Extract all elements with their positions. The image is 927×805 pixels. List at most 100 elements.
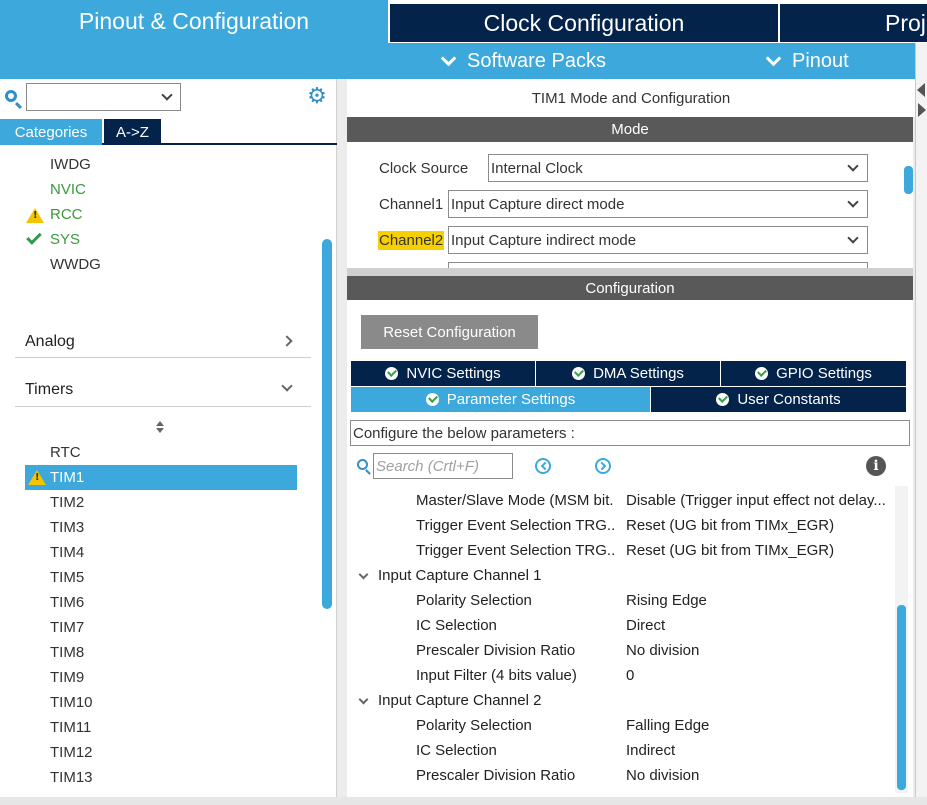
list-item-tim3[interactable]: TIM3	[50, 519, 84, 536]
channel2-select[interactable]: Input Capture indirect mode	[448, 226, 868, 254]
tab-pinout-configuration[interactable]: Pinout & Configuration	[0, 0, 388, 43]
param-name: IC Selection	[416, 742, 497, 759]
left-scrollbar[interactable]	[322, 239, 332, 609]
tab-user-constants[interactable]: User Constants	[651, 387, 906, 412]
chevron-down-icon[interactable]	[847, 160, 859, 172]
next-match-icon[interactable]	[595, 458, 611, 474]
panel-splitter[interactable]	[347, 268, 913, 276]
sort-icon[interactable]	[155, 421, 165, 433]
tab-label: NVIC Settings	[406, 365, 501, 382]
section-timers[interactable]: Timers	[25, 381, 73, 399]
param-value[interactable]: Direct	[626, 617, 665, 634]
param-scrollbar[interactable]	[897, 605, 906, 790]
software-packs-menu[interactable]: Software Packs	[440, 43, 606, 79]
search-icon	[5, 90, 17, 102]
checkmark-icon	[26, 229, 42, 245]
param-value[interactable]: Disable (Trigger input effect not delay.…	[626, 492, 886, 509]
param-name: Master/Slave Mode (MSM bit.	[416, 492, 614, 509]
tab-nvic-settings[interactable]: NVIC Settings	[351, 361, 535, 386]
chevron-down-icon[interactable]	[281, 380, 293, 392]
list-item-tim6[interactable]: TIM6	[50, 594, 84, 611]
tab-gpio-settings[interactable]: GPIO Settings	[721, 361, 906, 386]
previous-match-icon[interactable]	[535, 458, 551, 474]
param-value[interactable]: Falling Edge	[626, 717, 709, 734]
tab-dma-settings[interactable]: DMA Settings	[536, 361, 720, 386]
mode-scrollbar[interactable]	[904, 166, 913, 194]
param-name: Prescaler Division Ratio	[416, 767, 576, 784]
gear-icon[interactable]: ⚙	[306, 86, 328, 108]
clock-source-value: Internal Clock	[491, 159, 583, 177]
param-value[interactable]: No division	[626, 767, 699, 784]
tab-label: DMA Settings	[593, 365, 684, 382]
list-item-tim8[interactable]: TIM8	[50, 644, 84, 661]
param-value[interactable]: Rising Edge	[626, 592, 707, 609]
tab-parameter-settings[interactable]: Parameter Settings	[351, 387, 650, 412]
configuration-header: Configuration	[347, 276, 913, 301]
list-item-tim10[interactable]: TIM10	[50, 694, 93, 711]
info-icon[interactable]: i	[866, 456, 886, 476]
param-value[interactable]: Reset (UG bit from TIMx_EGR)	[626, 517, 834, 534]
param-value[interactable]: 0	[626, 667, 634, 684]
tab-a-to-z[interactable]: A->Z	[104, 119, 161, 145]
main-title-area: TIM1 Mode and Configuration	[347, 79, 915, 117]
channel1-select[interactable]: Input Capture direct mode	[448, 190, 868, 218]
search-icon	[357, 459, 368, 470]
channel1-label: Channel1	[379, 196, 444, 213]
list-item-tim12[interactable]: TIM12	[50, 744, 93, 761]
param-name: Polarity Selection	[416, 717, 532, 734]
param-value[interactable]: Indirect	[626, 742, 675, 759]
param-name: IC Selection	[416, 617, 497, 634]
list-item-tim4[interactable]: TIM4	[50, 544, 84, 561]
reset-configuration-button[interactable]: Reset Configuration	[361, 315, 538, 349]
pinout-label: Pinout	[792, 49, 849, 72]
chevron-right-icon[interactable]	[281, 335, 293, 347]
list-item-tim9[interactable]: TIM9	[50, 669, 84, 686]
list-item-rtc[interactable]: RTC	[50, 444, 81, 461]
category-search-combo[interactable]	[26, 83, 181, 111]
param-name: Input Filter (4 bits value)	[416, 667, 577, 684]
mode-panel: Clock Source Internal Clock Channel1 Inp…	[347, 142, 913, 268]
chevron-down-icon[interactable]	[847, 232, 859, 244]
mode-header: Mode	[347, 117, 913, 142]
tab-label: Parameter Settings	[446, 391, 576, 408]
tab-project-manager[interactable]: Proj	[780, 4, 927, 42]
check-circle-icon	[385, 367, 399, 380]
list-item-tim5[interactable]: TIM5	[50, 569, 84, 586]
group-input-capture-channel2[interactable]: Input Capture Channel 2	[378, 692, 541, 709]
expand-right-icon[interactable]	[918, 103, 926, 117]
list-item-tim13[interactable]: TIM13	[50, 769, 93, 786]
tab-categories[interactable]: Categories	[0, 119, 102, 145]
param-name: Trigger Event Selection TRG..	[416, 542, 616, 559]
param-value[interactable]: Reset (UG bit from TIMx_EGR)	[626, 542, 834, 559]
list-item-sys[interactable]: SYS	[50, 231, 80, 248]
tab-label: GPIO Settings	[776, 365, 872, 382]
left-bottom-bar	[0, 797, 337, 805]
section-analog[interactable]: Analog	[25, 333, 75, 351]
chevron-down-icon	[440, 50, 457, 66]
parameters-description: Configure the below parameters :	[350, 420, 910, 446]
param-value[interactable]: No division	[626, 642, 699, 659]
list-item-iwdg[interactable]: IWDG	[50, 156, 91, 173]
param-name: Prescaler Division Ratio	[416, 642, 576, 659]
clock-source-select[interactable]: Internal Clock	[488, 154, 868, 182]
list-item-rcc[interactable]: RCC	[50, 206, 83, 223]
collapse-left-icon[interactable]	[917, 83, 925, 97]
list-item-tim11[interactable]: TIM11	[50, 719, 91, 736]
divider	[15, 357, 311, 358]
top-tab-bar: Pinout & Configuration Clock Configurati…	[0, 0, 927, 43]
chevron-down-icon[interactable]	[847, 196, 859, 208]
list-item-nvic[interactable]: NVIC	[50, 181, 86, 198]
warning-icon	[26, 208, 44, 223]
pinout-menu[interactable]: Pinout	[765, 43, 849, 79]
tab-clock-configuration[interactable]: Clock Configuration	[390, 4, 778, 42]
list-item-tim1[interactable]: TIM1	[50, 469, 84, 486]
list-item-tim2[interactable]: TIM2	[50, 494, 84, 511]
warning-icon	[28, 470, 46, 485]
parameter-search-input[interactable]: Search (Crtl+F)	[373, 453, 513, 479]
list-item-tim7[interactable]: TIM7	[50, 619, 84, 636]
list-item-wwdg[interactable]: WWDG	[50, 256, 101, 273]
sub-toolbar: Software Packs Pinout	[0, 43, 915, 79]
chevron-down-icon[interactable]	[161, 89, 173, 101]
channel2-label: Channel2	[378, 231, 445, 250]
group-input-capture-channel1[interactable]: Input Capture Channel 1	[378, 567, 541, 584]
